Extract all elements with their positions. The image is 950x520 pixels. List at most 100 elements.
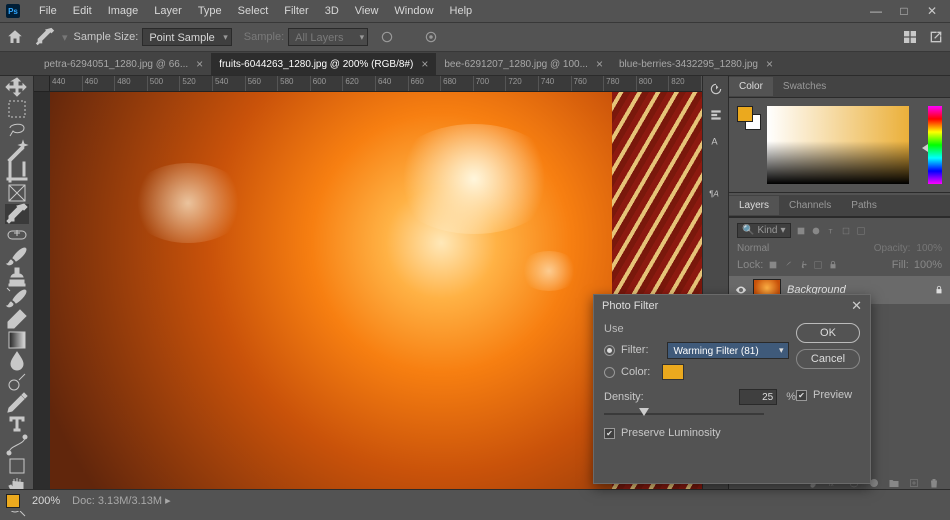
hue-slider[interactable] [928,106,942,184]
layer-kind-filter[interactable]: 🔍 Kind ▾ [737,223,791,238]
tab-close-icon[interactable]: × [766,57,773,71]
menu-layer[interactable]: Layer [147,2,189,20]
character-icon[interactable]: A [709,134,723,148]
lock-all-icon[interactable] [828,260,838,270]
fill-value[interactable]: 100% [914,259,942,271]
document-tab[interactable]: petra-6294051_1280.jpg @ 66...× [36,53,211,75]
lasso-tool[interactable] [5,120,29,140]
document-tab[interactable]: fruits-6044263_1280.jpg @ 200% (RGB/8#)× [211,53,436,75]
dialog-close-button[interactable]: ✕ [851,298,862,314]
eraser-tool[interactable] [5,309,29,329]
gradient-tool[interactable] [5,330,29,350]
ruler-tick: 520 [182,77,195,86]
filter-dropdown[interactable]: Warming Filter (81) [667,342,789,359]
filter-smart-icon[interactable] [856,226,866,236]
home-icon[interactable] [6,28,24,46]
eyedropper-tool[interactable] [5,204,29,224]
filter-type-icon[interactable]: T [826,226,836,236]
ruler-tick: 660 [411,77,424,86]
crop-tool[interactable] [5,162,29,182]
tab-color[interactable]: Color [729,77,773,96]
paragraph-icon[interactable]: ¶A [709,186,723,200]
tab-layers[interactable]: Layers [729,196,779,215]
menu-filter[interactable]: Filter [277,2,315,20]
menu-file[interactable]: File [32,2,64,20]
frame-tool[interactable] [5,183,29,203]
stamp-tool[interactable] [5,267,29,287]
menu-select[interactable]: Select [231,2,276,20]
fill-label: Fill: [892,259,909,271]
preview-checkbox[interactable]: ✔ [796,390,807,401]
tab-close-icon[interactable]: × [596,57,603,71]
menu-image[interactable]: Image [101,2,146,20]
menu-window[interactable]: Window [387,2,440,20]
grid-icon[interactable] [902,29,918,45]
properties-icon[interactable] [709,108,723,122]
density-input[interactable] [739,389,777,405]
trash-icon[interactable] [928,477,940,489]
filter-adjust-icon[interactable] [811,226,821,236]
menu-edit[interactable]: Edit [66,2,99,20]
cancel-button[interactable]: Cancel [796,349,860,369]
close-button[interactable]: ✕ [920,2,944,20]
sample-dropdown[interactable]: All Layers [288,28,368,46]
menu-type[interactable]: Type [191,2,229,20]
tab-paths[interactable]: Paths [841,196,887,215]
lock-trans-icon[interactable] [768,260,778,270]
filter-shape-icon[interactable] [841,226,851,236]
folder-icon[interactable] [888,477,900,489]
brush-tool[interactable] [5,246,29,266]
color-spectrum[interactable] [767,106,909,184]
heal-tool[interactable] [5,225,29,245]
photo-filter-dialog[interactable]: Photo Filter ✕ Use Filter: Warming Filte… [593,294,871,484]
menu-help[interactable]: Help [443,2,480,20]
document-tab[interactable]: blue-berries-3432295_1280.jpg× [611,53,781,75]
doc-info[interactable]: Doc: 3.13M/3.13M ▸ [72,494,170,507]
menu-view[interactable]: View [348,2,386,20]
foreground-swatch[interactable] [737,106,753,122]
toolbox [0,76,34,489]
path-tool[interactable] [5,435,29,455]
target-icon[interactable] [424,30,438,44]
wand-tool[interactable] [5,141,29,161]
history-brush-tool[interactable] [5,288,29,308]
opacity-value[interactable]: 100% [916,243,942,254]
tab-channels[interactable]: Channels [779,196,841,215]
pen-tool[interactable] [5,393,29,413]
svg-text:A: A [711,137,718,147]
blur-tool[interactable] [5,351,29,371]
preserve-luminosity-checkbox[interactable]: ✔ [604,428,615,439]
share-icon[interactable] [928,29,944,45]
slider-thumb-icon[interactable] [639,408,649,416]
menu-3d[interactable]: 3D [318,2,346,20]
tab-close-icon[interactable]: × [421,57,428,71]
color-radio[interactable] [604,367,615,378]
shape-tool[interactable] [5,456,29,476]
lock-move-icon[interactable] [798,260,808,270]
color-swatch[interactable] [662,364,684,380]
type-tool[interactable] [5,414,29,434]
history-icon[interactable] [709,82,723,96]
document-tab[interactable]: bee-6291207_1280.jpg @ 100...× [436,53,611,75]
tab-swatches[interactable]: Swatches [773,77,836,96]
minimize-button[interactable]: — [864,2,888,20]
new-layer-icon[interactable] [908,477,920,489]
blend-mode-dropdown[interactable]: Normal [737,243,868,254]
eyedropper-icon[interactable] [34,26,56,48]
sample-size-dropdown[interactable]: Point Sample [142,28,231,46]
filter-radio[interactable] [604,345,615,356]
maximize-button[interactable]: □ [892,2,916,20]
zoom-level[interactable]: 200% [32,495,60,507]
fg-bg-swatches[interactable] [737,106,761,130]
dodge-tool[interactable] [5,372,29,392]
density-slider[interactable] [604,407,764,421]
ok-button[interactable]: OK [796,323,860,343]
lock-brush-icon[interactable] [783,260,793,270]
tab-close-icon[interactable]: × [196,57,203,71]
move-tool[interactable] [5,78,29,98]
marquee-tool[interactable] [5,99,29,119]
dialog-titlebar[interactable]: Photo Filter ✕ [594,295,870,317]
lock-nest-icon[interactable] [813,260,823,270]
filter-pixel-icon[interactable] [796,226,806,236]
circle-icon[interactable] [380,30,394,44]
